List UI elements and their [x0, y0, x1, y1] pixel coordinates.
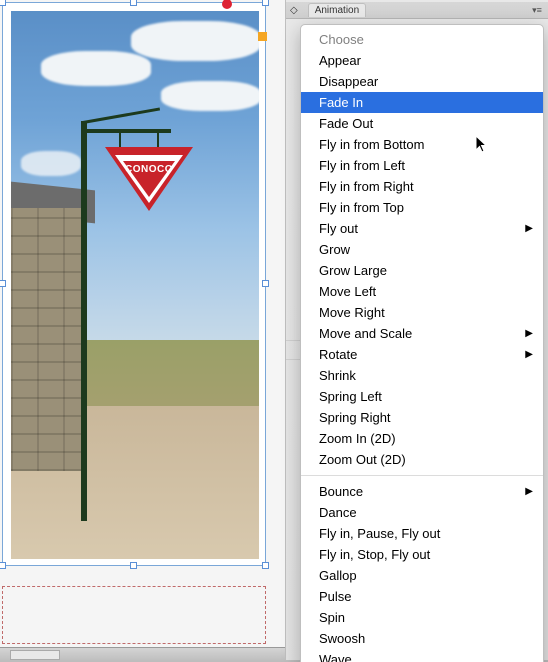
panel-menu-icon[interactable]: ▾≡	[530, 5, 544, 16]
placed-image: CONOCO	[11, 11, 259, 559]
menu-item-fly-in-pause-fly-out[interactable]: Fly in, Pause, Fly out	[301, 523, 543, 544]
selected-image-frame[interactable]: CONOCO	[2, 2, 266, 566]
resize-handle-mid-top[interactable]	[130, 0, 137, 6]
status-bar-segment[interactable]	[10, 650, 60, 660]
menu-item-pulse[interactable]: Pulse	[301, 586, 543, 607]
menu-item-spring-left[interactable]: Spring Left	[301, 386, 543, 407]
menu-item-fly-in-stop-fly-out[interactable]: Fly in, Stop, Fly out	[301, 544, 543, 565]
menu-item-move-left[interactable]: Move Left	[301, 281, 543, 302]
menu-item-fade-out[interactable]: Fade Out	[301, 113, 543, 134]
submenu-arrow-icon: ▶	[525, 325, 533, 342]
resize-handle-mid-bottom[interactable]	[130, 562, 137, 569]
menu-item-fly-in-from-bottom[interactable]: Fly in from Bottom	[301, 134, 543, 155]
menu-item-zoom-in-2d[interactable]: Zoom In (2D)	[301, 428, 543, 449]
menu-item-fly-in-from-left[interactable]: Fly in from Left	[301, 155, 543, 176]
resize-handle-mid-right[interactable]	[262, 280, 269, 287]
animation-path-marker[interactable]	[258, 32, 267, 41]
resize-handle-bottom-right[interactable]	[262, 562, 269, 569]
menu-item-fly-in-from-right[interactable]: Fly in from Right	[301, 176, 543, 197]
empty-text-frame[interactable]	[2, 586, 266, 644]
panel-collapse-icon[interactable]: ◇	[290, 5, 298, 16]
resize-handle-top-right[interactable]	[262, 0, 269, 6]
submenu-arrow-icon: ▶	[525, 220, 533, 237]
menu-item-shrink[interactable]: Shrink	[301, 365, 543, 386]
sign-text: CONOCO	[115, 164, 183, 175]
resize-handle-top-left[interactable]	[0, 0, 6, 6]
menu-item-disappear[interactable]: Disappear	[301, 71, 543, 92]
menu-item-fade-in[interactable]: Fade In	[301, 92, 543, 113]
menu-item-dance[interactable]: Dance	[301, 502, 543, 523]
menu-item-appear[interactable]: Appear	[301, 50, 543, 71]
menu-item-rotate[interactable]: Rotate▶	[301, 344, 543, 365]
menu-item-spring-right[interactable]: Spring Right	[301, 407, 543, 428]
menu-item-move-and-scale[interactable]: Move and Scale▶	[301, 323, 543, 344]
menu-item-fly-in-from-top[interactable]: Fly in from Top	[301, 197, 543, 218]
menu-item-grow[interactable]: Grow	[301, 239, 543, 260]
menu-item-grow-large[interactable]: Grow Large	[301, 260, 543, 281]
submenu-arrow-icon: ▶	[525, 483, 533, 500]
menu-separator	[301, 475, 543, 476]
menu-item-bounce[interactable]: Bounce▶	[301, 481, 543, 502]
panel-header[interactable]: ◇ Animation ▾≡	[286, 2, 548, 19]
resize-handle-mid-left[interactable]	[0, 280, 6, 287]
menu-item-zoom-out-2d[interactable]: Zoom Out (2D)	[301, 449, 543, 470]
menu-item-wave[interactable]: Wave	[301, 649, 543, 662]
animation-preset-dropdown[interactable]: ChooseAppearDisappearFade InFade OutFly …	[300, 24, 544, 662]
resize-handle-bottom-left[interactable]	[0, 562, 6, 569]
menu-header: Choose	[301, 29, 543, 50]
panel-tab-animation[interactable]: Animation	[308, 3, 366, 17]
submenu-arrow-icon: ▶	[525, 346, 533, 363]
menu-item-move-right[interactable]: Move Right	[301, 302, 543, 323]
document-canvas[interactable]: dolorro e volent do Et ex elit inis sa v…	[0, 0, 548, 662]
menu-item-spin[interactable]: Spin	[301, 607, 543, 628]
menu-item-gallop[interactable]: Gallop	[301, 565, 543, 586]
menu-item-swoosh[interactable]: Swoosh	[301, 628, 543, 649]
menu-item-fly-out[interactable]: Fly out▶	[301, 218, 543, 239]
